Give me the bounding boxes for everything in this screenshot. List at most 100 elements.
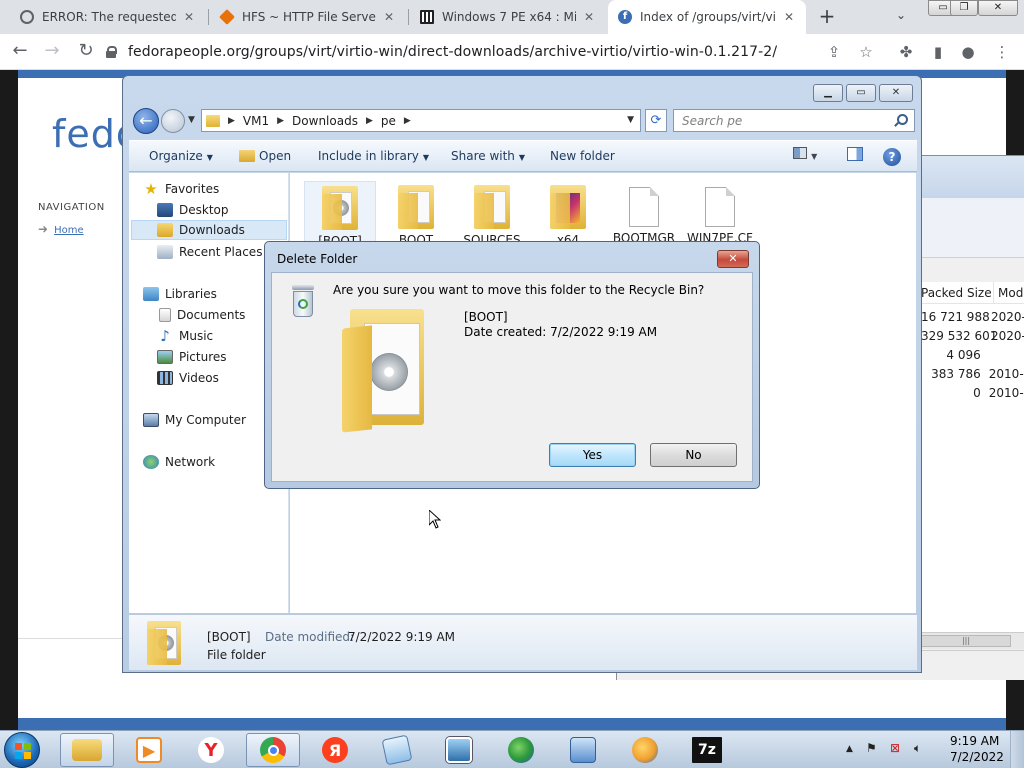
close-icon[interactable]: ✕ bbox=[182, 10, 196, 24]
close-window-button[interactable]: ✕ bbox=[879, 84, 913, 102]
browser-tab-2[interactable]: HFS ~ HTTP File Server d ✕ bbox=[210, 0, 406, 34]
column-modified[interactable]: Modif bbox=[993, 282, 1024, 303]
home-link[interactable]: ➜ Home bbox=[38, 222, 84, 236]
close-icon[interactable]: ✕ bbox=[582, 10, 596, 24]
taskbar-7zip[interactable]: 7z bbox=[680, 733, 734, 767]
taskbar-control-panel[interactable] bbox=[556, 733, 610, 767]
horizontal-scrollbar[interactable]: ||| bbox=[921, 632, 1024, 649]
close-icon[interactable]: ✕ bbox=[382, 10, 396, 24]
no-button[interactable]: No bbox=[650, 443, 737, 467]
taskbar-notepad[interactable] bbox=[370, 733, 424, 767]
table-row[interactable]: 329 532 601 2020-0 bbox=[921, 329, 1024, 348]
table-row[interactable]: 383 786 2010-1 bbox=[921, 367, 1024, 386]
taskbar-network-app[interactable] bbox=[494, 733, 548, 767]
maximize-button[interactable]: ▭ bbox=[846, 84, 876, 102]
share-with-button[interactable]: Share with ▼ bbox=[451, 149, 525, 163]
taskbar-installer[interactable] bbox=[618, 733, 672, 767]
chevron-down-icon[interactable]: ▼ bbox=[627, 115, 634, 125]
table-row[interactable]: 4 096 bbox=[921, 348, 1024, 367]
nav-item-network[interactable]: Network bbox=[143, 452, 283, 472]
file-item-x64[interactable]: x64 bbox=[532, 181, 604, 247]
table-row[interactable]: 16 721 988 2020-0 bbox=[921, 310, 1024, 329]
address-bar[interactable]: fedorapeople.org/groups/virt/virtio-win/… bbox=[106, 38, 886, 66]
bookmark-star-icon[interactable]: ☆ bbox=[856, 42, 876, 62]
close-window-button[interactable]: ✕ bbox=[978, 0, 1018, 16]
file-item-win7pe[interactable]: WIN7PE.CF bbox=[684, 181, 756, 245]
explorer-command-bar: Organize ▼ Open Include in library ▼ Share… bbox=[129, 140, 917, 172]
nav-item-desktop[interactable]: Desktop bbox=[157, 200, 287, 220]
clock-time[interactable]: 9:19 AM bbox=[950, 734, 999, 748]
new-tab-button[interactable]: + bbox=[816, 6, 838, 28]
file-item-bootmgr[interactable]: BOOTMGR bbox=[608, 181, 680, 245]
more-menu-icon[interactable]: ⋮ bbox=[992, 42, 1012, 62]
browser-tab-4-active[interactable]: f Index of /groups/virt/virt ✕ bbox=[608, 0, 806, 34]
yes-button[interactable]: Yes bbox=[549, 443, 636, 467]
chevron-down-icon[interactable]: ▼ bbox=[188, 115, 195, 125]
side-panel-icon[interactable]: ▮ bbox=[928, 42, 948, 62]
explorer-search-input[interactable]: Search pe bbox=[673, 109, 915, 132]
explorer-address-bar[interactable]: ▶ VM1 ▶ Downloads ▶ pe ▶ ▼ bbox=[201, 109, 641, 132]
chevron-right-icon[interactable]: ▶ bbox=[404, 116, 411, 126]
chevron-right-icon[interactable]: ▶ bbox=[228, 116, 235, 126]
chevron-right-icon[interactable]: ▶ bbox=[277, 116, 284, 126]
taskbar-explorer[interactable] bbox=[60, 733, 114, 767]
maximize-button[interactable]: ❐ bbox=[950, 0, 978, 16]
show-desktop-button[interactable] bbox=[1010, 731, 1024, 768]
scrollbar-thumb[interactable]: ||| bbox=[921, 635, 1011, 647]
column-packed-size[interactable]: Packed Size bbox=[921, 282, 992, 303]
new-folder-button[interactable]: New folder bbox=[550, 149, 615, 163]
help-button[interactable]: ? bbox=[883, 148, 901, 166]
back-arrow-icon[interactable]: ← bbox=[8, 40, 32, 64]
file-item-boot-bracket[interactable]: [BOOT] bbox=[304, 181, 376, 248]
table-row[interactable]: 0 2010-1 bbox=[921, 386, 1024, 405]
browser-tab-3[interactable]: Windows 7 PE x64 : Micr ✕ bbox=[410, 0, 606, 34]
breadcrumb-pe[interactable]: pe bbox=[381, 114, 396, 128]
search-icon[interactable] bbox=[897, 114, 908, 125]
taskbar-yandex-browser[interactable]: Y bbox=[184, 733, 238, 767]
7zip-file-list[interactable]: Packed Size Modif 16 721 988 2020-0 329 … bbox=[921, 282, 1024, 632]
chevron-down-icon: ▼ bbox=[206, 153, 213, 162]
nav-item-my-computer[interactable]: My Computer bbox=[143, 410, 283, 430]
new-folder-label: New folder bbox=[550, 149, 615, 163]
open-button[interactable]: Open bbox=[239, 149, 291, 163]
clock-date[interactable]: 7/2/2022 bbox=[950, 750, 1004, 764]
file-item-boot[interactable]: BOOT bbox=[380, 181, 452, 247]
volume-icon[interactable]: 🔈︎ bbox=[914, 741, 921, 756]
action-center-flag-icon[interactable]: ⚑ bbox=[866, 741, 877, 755]
include-in-library-button[interactable]: Include in library ▼ bbox=[318, 149, 429, 163]
share-icon[interactable]: ⇪ bbox=[824, 42, 844, 62]
nav-label: Favorites bbox=[165, 182, 220, 196]
extensions-puzzle-icon[interactable]: ✤ bbox=[896, 42, 916, 62]
profile-avatar-icon[interactable]: ● bbox=[958, 42, 978, 62]
close-icon[interactable]: ✕ bbox=[782, 10, 796, 24]
navigation-label: NAVIGATION bbox=[38, 202, 105, 213]
taskbar-yandex[interactable]: Я bbox=[308, 733, 362, 767]
breadcrumb-vm1[interactable]: VM1 bbox=[243, 114, 269, 128]
taskbar-image-viewer[interactable] bbox=[432, 733, 486, 767]
forward-arrow-icon[interactable]: → bbox=[40, 40, 64, 64]
forward-arrow-icon[interactable] bbox=[161, 109, 185, 133]
breadcrumb-downloads[interactable]: Downloads bbox=[292, 114, 358, 128]
start-button[interactable] bbox=[4, 732, 40, 768]
nav-item-downloads[interactable]: Downloads bbox=[131, 220, 287, 240]
reload-icon[interactable]: ↻ bbox=[74, 40, 98, 64]
nav-item-favorites[interactable]: ★ Favorites bbox=[143, 179, 283, 199]
browser-tab-1[interactable]: ERROR: The requested UR ✕ bbox=[10, 0, 206, 34]
nav-item-libraries[interactable]: Libraries bbox=[143, 284, 283, 304]
taskbar-chrome[interactable] bbox=[246, 733, 300, 767]
home-link-text[interactable]: Home bbox=[54, 225, 84, 236]
back-arrow-icon[interactable]: ← bbox=[133, 108, 159, 134]
organize-button[interactable]: Organize ▼ bbox=[149, 149, 213, 163]
change-view-button[interactable]: ▼ bbox=[793, 147, 817, 163]
tab-search-icon[interactable]: ⌄ bbox=[896, 8, 906, 22]
file-item-sources[interactable]: SOURCES bbox=[456, 181, 528, 247]
show-hidden-icons-button[interactable]: ▲ bbox=[846, 744, 853, 754]
network-error-icon[interactable]: ⊠ bbox=[890, 741, 900, 755]
taskbar-media-player[interactable]: ▶ bbox=[122, 733, 176, 767]
dialog-close-button[interactable]: ✕ bbox=[717, 250, 749, 268]
minimize-button[interactable]: ▁ bbox=[813, 84, 843, 102]
refresh-icon[interactable]: ⟳ bbox=[645, 109, 667, 132]
delete-folder-dialog[interactable]: Delete Folder ✕ Are you sure you want to… bbox=[264, 241, 760, 489]
chevron-right-icon[interactable]: ▶ bbox=[366, 116, 373, 126]
preview-pane-button[interactable] bbox=[847, 147, 863, 165]
